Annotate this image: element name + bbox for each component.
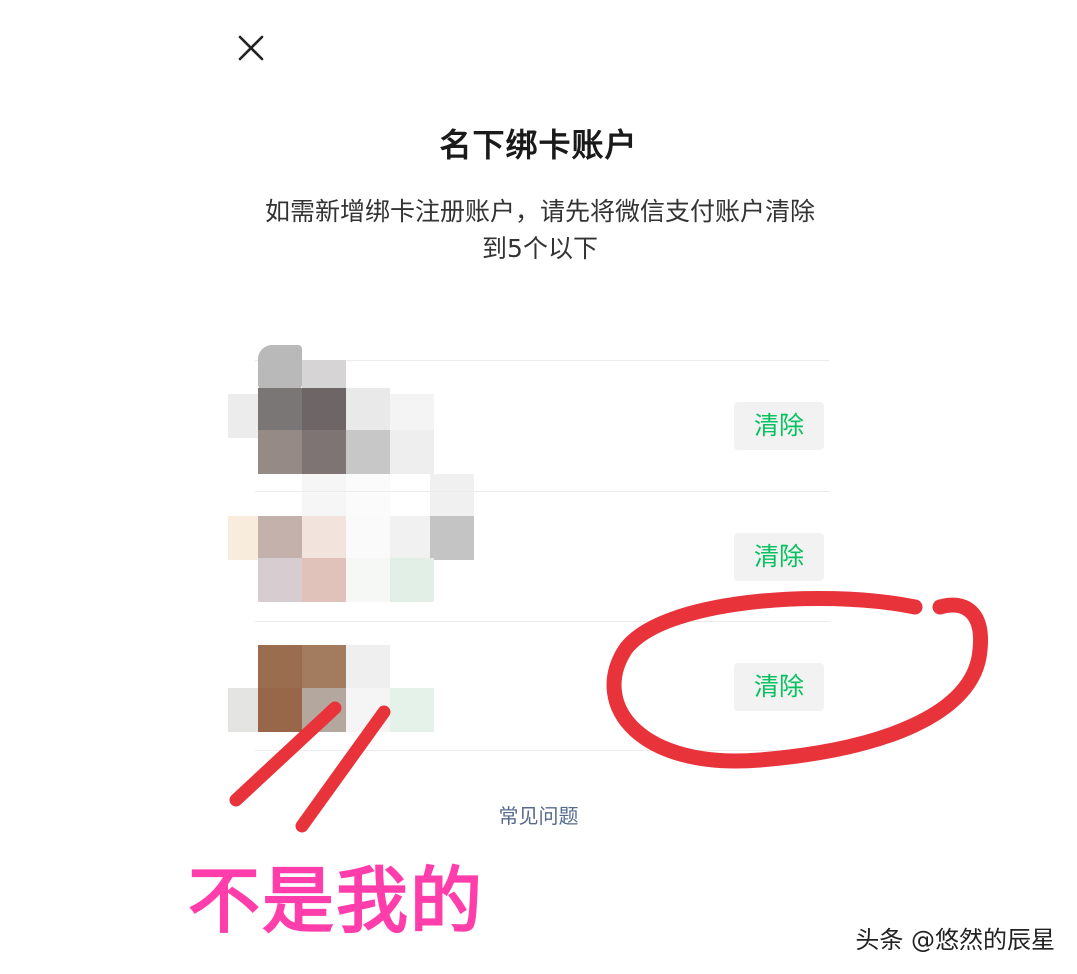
red-arrow-annotation xyxy=(229,701,391,833)
watermark: 头条 @悠然的辰星 xyxy=(855,926,1055,954)
annotation-overlay xyxy=(229,590,989,833)
red-circle-annotation xyxy=(606,590,989,769)
annotation-label: 不是我的 xyxy=(188,859,485,943)
